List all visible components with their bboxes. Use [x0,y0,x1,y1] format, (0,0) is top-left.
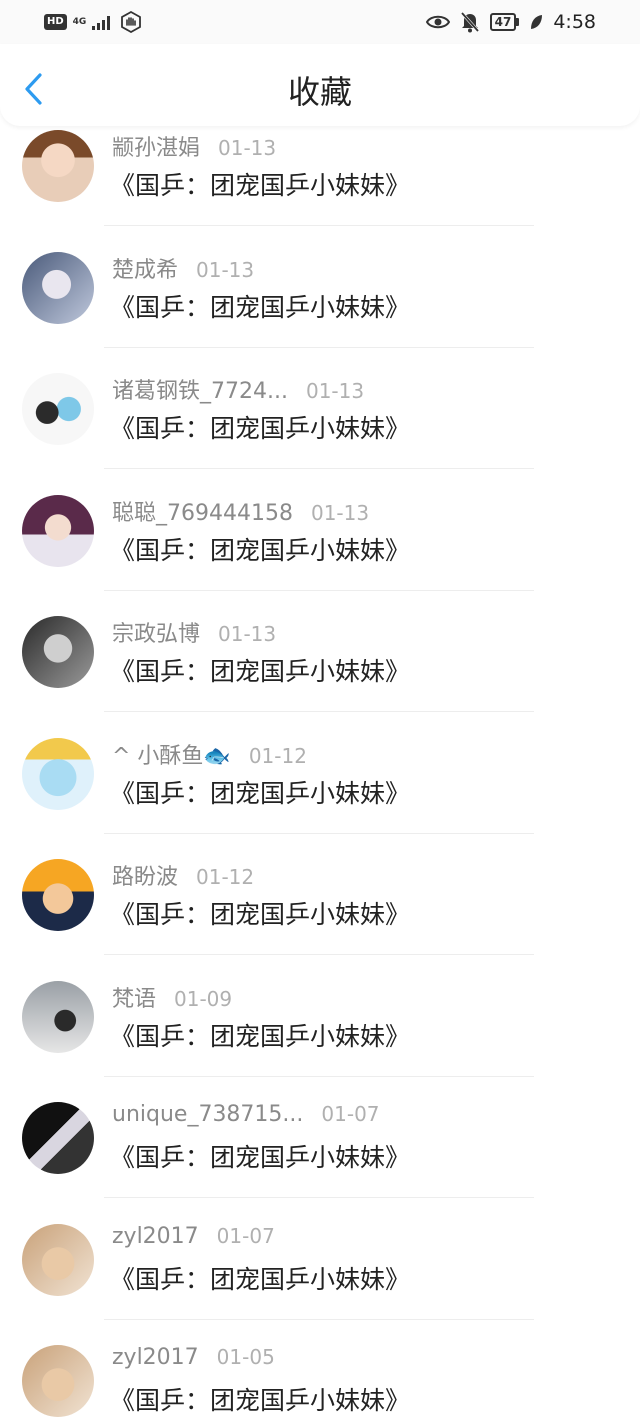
favorites-list: 颛孙湛娟 01-13 《国乒：团宠国乒小妹妹》 楚成希 01-13 《国乒：团宠… [0,126,640,1422]
date: 01-12 [248,743,307,768]
item-title: 《国乒：团宠国乒小妹妹》 [110,1143,411,1172]
item-meta: 诸葛钢铁_7724... 01-13 [112,373,364,405]
divider [104,1075,534,1077]
list-item[interactable]: zyl2017 01-05 《国乒：团宠国乒小妹妹》 [0,1337,640,1422]
list-item[interactable]: 楚成希 01-13 《国乒：团宠国乒小妹妹》 [0,244,640,366]
item-meta: ^ 小酥鱼🐟 01-12 [112,738,307,770]
signal-icon [92,16,111,30]
battery-level: 47 [489,13,517,31]
hand-shield-icon [121,11,142,33]
avatar[interactable] [22,980,94,1053]
bell-off-icon [460,12,479,33]
username: zyl2017 [112,1223,199,1249]
leaf-icon [531,15,543,29]
battery-indicator: 47 [489,13,520,31]
list-item[interactable]: unique_738715... 01-07 《国乒：团宠国乒小妹妹》 [0,1094,640,1216]
status-left: HD 4G [44,10,142,34]
date: 01-12 [196,865,255,889]
list-item[interactable]: 聪聪_769444158 01-13 《国乒：团宠国乒小妹妹》 [0,487,640,609]
avatar[interactable] [22,130,94,202]
status-bar: HD 4G 47 4:58 [0,0,640,44]
hd-badge: HD [44,14,67,30]
avatar[interactable] [22,494,94,567]
date: 01-05 [216,1345,275,1369]
battery-cap [516,18,520,26]
date: 01-07 [321,1102,380,1126]
item-title: 《国乒：团宠国乒小妹妹》 [110,1021,411,1051]
item-title: 《国乒：团宠国乒小妹妹》 [110,657,411,686]
date: 01-07 [216,1223,275,1248]
divider [104,225,534,226]
list-item[interactable]: ^ 小酥鱼🐟 01-12 《国乒：团宠国乒小妹妹》 [0,730,640,852]
username: 宗政弘博 [112,622,201,647]
item-meta: zyl2017 01-05 [112,1345,275,1370]
username: 梵语 [112,986,157,1012]
username: ^ 小酥鱼🐟 [112,743,231,769]
date: 01-09 [174,986,233,1011]
username: 颛孙湛娟 [112,136,201,161]
clock-time: 4:58 [553,11,596,33]
divider [104,346,534,348]
username: 楚成希 [112,257,179,283]
divider [104,589,534,591]
divider [104,711,534,712]
network-type: 4G [72,16,87,27]
divider [104,468,534,469]
item-meta: unique_738715... 01-07 [112,1102,380,1127]
item-meta: zyl2017 01-07 [112,1224,275,1249]
date: 01-13 [305,379,365,403]
item-title: 《国乒：团宠国乒小妹妹》 [110,900,411,929]
item-title: 《国乒：团宠国乒小妹妹》 [110,414,411,443]
item-meta: 路盼波 01-12 [112,859,254,891]
username: 聪聪_769444158 [112,500,293,526]
item-meta: 颛孙湛娟 01-13 [112,130,276,162]
date: 01-13 [196,257,255,282]
nav-bar: 收藏 [0,44,640,126]
item-title: 《国乒：团宠国乒小妹妹》 [110,292,411,322]
username: unique_738715... [112,1102,304,1127]
avatar[interactable] [22,616,94,688]
username: zyl2017 [112,1345,199,1370]
list-item[interactable]: 宗政弘博 01-13 《国乒：团宠国乒小妹妹》 [0,608,640,730]
divider [104,832,534,834]
item-meta: 宗政弘博 01-13 [112,616,276,648]
item-title: 《国乒：团宠国乒小妹妹》 [110,1386,411,1415]
avatar[interactable] [22,1102,94,1174]
divider [104,954,534,955]
avatar[interactable] [22,251,94,324]
list-item[interactable]: 诸葛钢铁_7724... 01-13 《国乒：团宠国乒小妹妹》 [0,365,640,487]
item-title: 《国乒：团宠国乒小妹妹》 [110,1264,411,1294]
date: 01-13 [218,136,277,160]
eye-icon [425,15,450,29]
username: 诸葛钢铁_7724... [112,379,288,404]
avatar[interactable] [22,737,94,810]
divider [104,1318,534,1320]
item-title: 《国乒：团宠国乒小妹妹》 [110,171,411,200]
page-title: 收藏 [287,73,352,111]
item-meta: 梵语 01-09 [112,981,232,1013]
date: 01-13 [218,622,277,646]
avatar[interactable] [22,373,94,445]
item-title: 《国乒：团宠国乒小妹妹》 [110,535,411,565]
item-title: 《国乒：团宠国乒小妹妹》 [110,778,411,808]
avatar[interactable] [22,1345,94,1417]
list-item[interactable]: zyl2017 01-07 《国乒：团宠国乒小妹妹》 [0,1216,640,1338]
avatar[interactable] [22,859,94,931]
divider [104,1197,534,1198]
list-item[interactable]: 路盼波 01-12 《国乒：团宠国乒小妹妹》 [0,851,640,973]
status-right: 47 4:58 [425,9,596,35]
list-item[interactable]: 颛孙湛娟 01-13 《国乒：团宠国乒小妹妹》 [0,126,640,244]
date: 01-13 [310,500,370,525]
item-meta: 楚成希 01-13 [112,252,254,284]
list-item[interactable]: 梵语 01-09 《国乒：团宠国乒小妹妹》 [0,973,640,1095]
username: 路盼波 [112,865,179,890]
avatar[interactable] [22,1223,94,1296]
item-meta: 聪聪_769444158 01-13 [112,495,369,527]
